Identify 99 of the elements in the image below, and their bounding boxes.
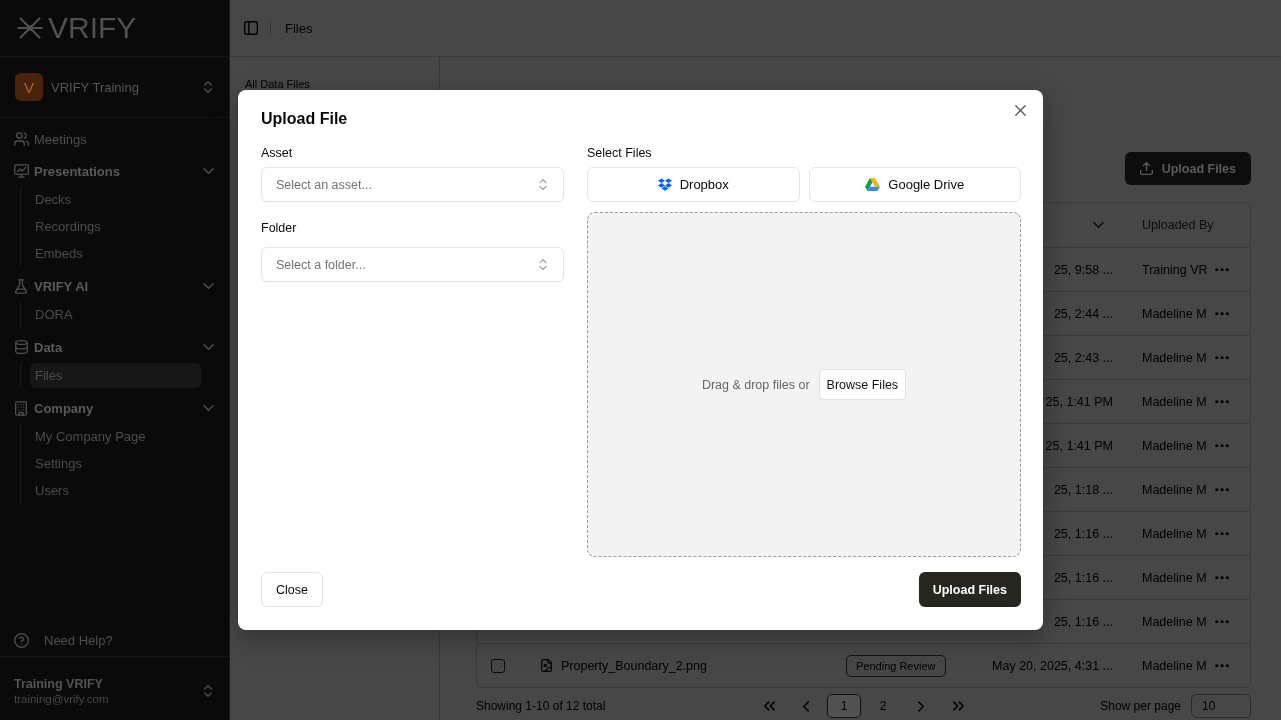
upload-button[interactable]: Upload Files: [918, 572, 1021, 607]
field-label: Asset: [261, 146, 293, 160]
upload-date: 25, 1:16 ...: [1053, 526, 1113, 541]
chevron-right-icon[interactable]: [918, 700, 924, 712]
uploader-name: Madeline M: [1142, 394, 1207, 409]
file-source-button[interactable]: Google Drive: [808, 167, 1021, 202]
browse-files-button[interactable]: Browse Files: [818, 369, 907, 400]
upload-date: 25, 1:18 ...: [1053, 482, 1113, 497]
nav-section[interactable]: Presentations: [14, 157, 215, 185]
more-icon[interactable]: [1215, 619, 1229, 624]
nav-link[interactable]: Meetings: [14, 125, 215, 153]
sidebar-toggle-icon[interactable]: [244, 21, 258, 35]
help-link[interactable]: Need Help?: [0, 625, 119, 655]
chevron-down-icon[interactable]: [202, 168, 214, 174]
uploader-name: Madeline M: [1142, 306, 1207, 321]
upload-date: 25, 2:43 ...: [1053, 350, 1113, 365]
user-email: training@vrify.com: [14, 692, 109, 705]
field-label: Select Files: [587, 146, 652, 160]
nav-section[interactable]: Data: [14, 333, 215, 361]
uploader-name: Madeline M: [1142, 526, 1207, 541]
more-icon[interactable]: [1215, 355, 1229, 360]
results-summary: Showing 1-10 of 12 total: [476, 699, 606, 713]
nav-link[interactable]: My Company Page: [30, 424, 201, 449]
database-icon: [14, 340, 28, 354]
folder-tree-item[interactable]: All Data Files: [245, 78, 310, 91]
user-name: Training VRIFY: [14, 676, 103, 691]
chevron-down-icon[interactable]: [202, 344, 214, 350]
chevron-up-down-icon: [539, 179, 547, 190]
close-button[interactable]: Close: [261, 572, 323, 607]
file-name[interactable]: Property_Boundary_2.png: [561, 658, 707, 673]
drop-hint: Drag & drop files or: [701, 377, 810, 392]
nav-link[interactable]: Users: [30, 478, 201, 503]
uploader-name: Madeline M: [1142, 350, 1207, 365]
nav-link[interactable]: Recordings: [30, 214, 201, 239]
users-icon: [13, 132, 29, 146]
dialog-title: Upload File: [261, 110, 348, 128]
chevron-up-down-icon: [539, 259, 547, 270]
uploader-name: Madeline M: [1142, 614, 1207, 629]
uploader-name: Madeline M: [1142, 658, 1207, 673]
building-icon: [15, 400, 27, 416]
breadcrumb-current: Files: [285, 20, 313, 36]
drive-icon: [865, 178, 881, 191]
chevron-up-down-icon[interactable]: [204, 684, 212, 697]
column-header[interactable]: Uploaded By: [1142, 218, 1214, 232]
asset-select[interactable]: Select an asset...: [261, 167, 564, 202]
chevrons-left-icon[interactable]: [763, 701, 775, 711]
more-icon[interactable]: [1215, 311, 1229, 316]
nav-link[interactable]: DORA: [30, 302, 201, 327]
uploader-name: Madeline M: [1142, 570, 1207, 585]
chevron-left-icon[interactable]: [803, 700, 809, 712]
more-icon[interactable]: [1215, 575, 1229, 580]
upload-icon: [1139, 162, 1153, 175]
logo-wordmark: VRIFY: [48, 12, 137, 44]
upload-date: 25, 1:41 PM: [1045, 438, 1113, 453]
upload-date: 25, 2:44 ...: [1053, 306, 1113, 321]
logo-icon: [17, 16, 43, 40]
upload-date: 25, 1:16 ...: [1053, 570, 1113, 585]
workspace-avatar: V: [15, 73, 43, 101]
chevron-down-icon[interactable]: [1093, 222, 1104, 228]
more-icon[interactable]: [1215, 443, 1229, 448]
upload-date: 25, 1:41 PM: [1045, 394, 1113, 409]
folder-select[interactable]: Select a folder...: [261, 247, 564, 282]
status-badge: Pending Review: [846, 654, 946, 677]
nav-link[interactable]: Settings: [30, 451, 201, 476]
chevron-up-down-icon[interactable]: [204, 81, 212, 93]
page-button[interactable]: 1: [827, 694, 861, 718]
more-icon[interactable]: [1215, 663, 1229, 668]
upload-files-button[interactable]: Upload Files: [1124, 152, 1251, 185]
close-icon[interactable]: [1015, 105, 1026, 116]
row-checkbox[interactable]: [491, 658, 505, 673]
nav-link[interactable]: Decks: [30, 187, 201, 212]
dropbox-icon: [657, 178, 672, 191]
more-icon[interactable]: [1215, 399, 1229, 404]
flask-icon: [15, 278, 27, 294]
workspace-name: VRIFY Training: [51, 79, 139, 95]
field-label: Folder: [261, 221, 297, 235]
per-page-label: Show per page: [1100, 699, 1181, 713]
help-icon: [14, 632, 29, 648]
more-icon[interactable]: [1215, 267, 1229, 272]
chevron-down-icon[interactable]: [202, 405, 214, 411]
more-icon[interactable]: [1215, 531, 1229, 536]
upload-date: 25, 1:16 ...: [1053, 614, 1113, 629]
chevron-down-icon[interactable]: [202, 283, 214, 289]
uploader-name: Madeline M: [1142, 482, 1207, 497]
drop-zone[interactable]: Drag & drop files or Browse Files: [587, 212, 1021, 557]
nav-section[interactable]: Company: [14, 394, 215, 422]
upload-date: 25, 9:58 ...: [1053, 262, 1113, 277]
uploader-name: Madeline M: [1142, 438, 1207, 453]
more-icon[interactable]: [1215, 487, 1229, 492]
upload-date: May 20, 2025, 4:31 ...: [992, 658, 1113, 673]
image-file-icon: [541, 659, 552, 672]
page-button[interactable]: 2: [866, 694, 900, 718]
file-source-button[interactable]: Dropbox: [587, 167, 800, 202]
nav-link[interactable]: Embeds: [30, 241, 201, 266]
uploader-name: Training VR: [1142, 262, 1208, 277]
nav-section[interactable]: VRIFY AI: [14, 272, 215, 300]
per-page-select[interactable]: 10: [1191, 694, 1251, 718]
presentation-icon: [13, 164, 29, 178]
chevrons-right-icon[interactable]: [952, 701, 964, 711]
